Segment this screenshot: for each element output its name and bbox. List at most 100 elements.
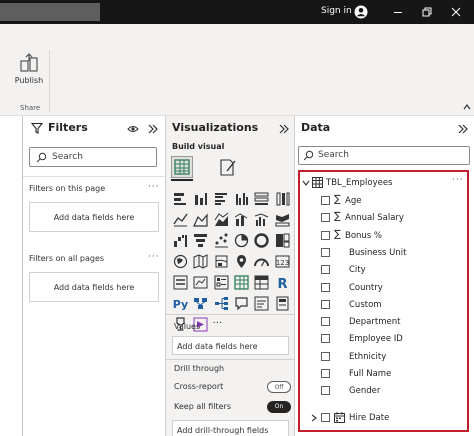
collapse-filters-icon[interactable] (147, 123, 159, 135)
field-row[interactable]: Employee ID (302, 331, 465, 348)
table-node-employees[interactable]: TBL_Employees ··· (302, 175, 465, 192)
field-row[interactable]: ∑ Annual Salary (302, 210, 465, 227)
line-clustered-column-icon[interactable] (253, 211, 270, 228)
key-influencers-icon[interactable] (192, 295, 209, 312)
filters-all-pages-drop-zone[interactable]: Add data fields here (29, 272, 159, 302)
keep-all-filters-toggle[interactable]: On (267, 401, 291, 413)
table-icon[interactable] (233, 274, 250, 291)
minimize-icon[interactable] (390, 4, 406, 20)
matrix-icon[interactable] (253, 274, 270, 291)
stacked-area-icon[interactable] (213, 211, 230, 228)
r-visual-icon[interactable]: R (274, 274, 291, 291)
map-icon[interactable] (172, 253, 189, 270)
clustered-bar-icon[interactable] (213, 190, 230, 207)
eye-icon[interactable] (127, 124, 139, 134)
funnel-icon[interactable] (192, 232, 209, 249)
drill-through-drop-zone[interactable]: Add drill-through fields here (172, 420, 289, 436)
sign-in-link[interactable]: Sign in (321, 6, 352, 16)
pie-chart-icon[interactable] (233, 232, 250, 249)
filters-search-input[interactable]: Search (29, 147, 157, 167)
format-visual-tab[interactable] (218, 156, 238, 178)
field-checkbox[interactable] (321, 386, 330, 396)
full-stacked-bar-icon[interactable] (253, 190, 270, 207)
publish-button[interactable]: Publish (11, 52, 47, 92)
treemap-icon[interactable] (274, 232, 291, 249)
data-search-input[interactable]: Search (298, 146, 470, 165)
full-stacked-column-icon[interactable] (274, 190, 291, 207)
field-checkbox[interactable] (321, 299, 330, 309)
field-label: Annual Salary (345, 213, 404, 224)
filters-on-page-drop-zone[interactable]: Add data fields here (29, 202, 159, 232)
restore-icon[interactable] (419, 4, 435, 20)
build-visual-tab[interactable] (171, 156, 193, 178)
field-row[interactable]: Business Unit (302, 245, 465, 262)
chevron-down-icon[interactable] (302, 179, 310, 187)
smart-narrative-icon[interactable] (253, 295, 270, 312)
field-row[interactable]: Gender (302, 383, 465, 400)
chevron-right-icon[interactable] (310, 414, 318, 422)
gauge-icon[interactable] (253, 253, 270, 270)
field-row[interactable]: City (302, 262, 465, 279)
shape-map-icon[interactable] (213, 253, 230, 270)
field-checkbox[interactable] (321, 317, 330, 327)
collapse-data-icon[interactable] (457, 123, 469, 135)
field-checkbox[interactable] (321, 265, 330, 275)
card-icon[interactable]: 123 (274, 253, 291, 270)
paginated-report-icon[interactable] (274, 295, 291, 312)
field-label: Country (349, 282, 383, 293)
values-drop-zone[interactable]: Add data fields here (172, 336, 289, 355)
kpi-icon[interactable] (192, 274, 209, 291)
field-checkbox[interactable] (321, 247, 330, 257)
field-label: Employee ID (349, 334, 403, 345)
python-visual-icon[interactable]: Py (172, 295, 189, 312)
calendar-icon (334, 412, 345, 423)
ribbon-chart-icon[interactable] (274, 211, 291, 228)
line-column-icon[interactable] (233, 211, 250, 228)
stacked-bar-icon[interactable] (172, 190, 189, 207)
more-visuals-icon[interactable]: ··· (213, 318, 230, 335)
waterfall-icon[interactable] (172, 232, 189, 249)
field-checkbox[interactable] (321, 196, 330, 205)
area-chart-icon[interactable] (192, 211, 209, 228)
collapse-ribbon-icon[interactable] (462, 102, 472, 112)
field-checkbox[interactable] (321, 369, 330, 378)
field-label: Department (349, 317, 401, 328)
close-icon[interactable] (448, 4, 464, 20)
search-icon (36, 152, 47, 163)
azure-map-icon[interactable] (233, 253, 250, 270)
collapse-visualizations-icon[interactable] (278, 123, 290, 135)
cross-report-toggle[interactable]: Off (267, 381, 291, 393)
title-search-box[interactable] (0, 3, 100, 21)
multi-row-card-icon[interactable] (172, 274, 189, 291)
line-chart-icon[interactable] (172, 211, 189, 228)
publish-icon (20, 53, 38, 72)
field-row[interactable]: ∑ Age (302, 193, 465, 210)
field-row[interactable]: Department (302, 314, 465, 331)
field-row[interactable]: Full Name (302, 366, 465, 383)
filled-map-icon[interactable] (192, 253, 209, 270)
svg-text:123: 123 (275, 259, 288, 267)
field-checkbox[interactable] (321, 351, 330, 361)
field-checkbox[interactable] (321, 334, 330, 344)
field-row[interactable]: Ethnicity (302, 349, 465, 366)
field-checkbox[interactable] (321, 230, 330, 240)
field-checkbox[interactable] (321, 213, 330, 223)
field-row-hire-date[interactable]: Hire Date (302, 410, 465, 427)
filters-on-page-more-icon[interactable]: ··· (148, 182, 160, 192)
donut-chart-icon[interactable] (253, 232, 270, 249)
cross-report-label: Cross-report (174, 382, 224, 391)
user-avatar-icon[interactable] (354, 5, 368, 19)
decomposition-tree-icon[interactable] (213, 295, 230, 312)
clustered-column-icon[interactable] (233, 190, 250, 207)
slicer-icon[interactable] (213, 274, 230, 291)
filters-all-pages-more-icon[interactable]: ··· (148, 252, 160, 262)
table-more-icon[interactable]: ··· (452, 175, 464, 185)
field-row[interactable]: Country (302, 280, 465, 297)
field-row[interactable]: Custom (302, 297, 465, 314)
field-row[interactable]: ∑ Bonus % (302, 228, 465, 245)
scatter-icon[interactable] (213, 232, 230, 249)
field-checkbox[interactable] (321, 282, 330, 292)
stacked-column-icon[interactable] (192, 190, 209, 207)
hire-date-checkbox[interactable] (321, 413, 330, 422)
qa-visual-icon[interactable] (233, 295, 250, 312)
